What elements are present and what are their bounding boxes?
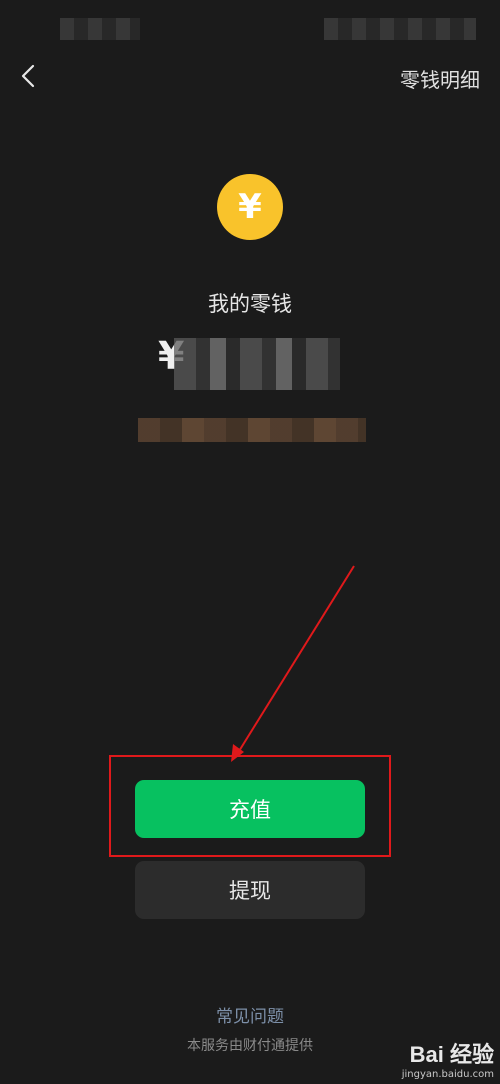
masked-info-strip [138, 418, 366, 442]
masked-amount [174, 338, 340, 390]
status-bar-right-masked [324, 18, 476, 40]
balance-amount: ¥ [0, 334, 500, 394]
watermark-url: jingyan.baidu.com [401, 1069, 494, 1080]
withdraw-button[interactable]: 提现 [135, 861, 365, 919]
watermark-logo: Bai 经验 [409, 1042, 494, 1067]
yuan-coin-icon: ¥ [217, 174, 283, 240]
annotation-arrow [231, 565, 355, 762]
balance-detail-link[interactable]: 零钱明细 [400, 64, 480, 93]
status-bar-left-masked [60, 18, 140, 40]
recharge-button[interactable]: 充值 [135, 780, 365, 838]
balance-title: 我的零钱 [208, 292, 292, 316]
watermark: Bai 经验 jingyan.baidu.com [402, 1037, 494, 1080]
faq-link[interactable]: 常见问题 [0, 1002, 500, 1027]
chevron-left-icon [21, 64, 35, 88]
back-button[interactable] [10, 58, 46, 94]
